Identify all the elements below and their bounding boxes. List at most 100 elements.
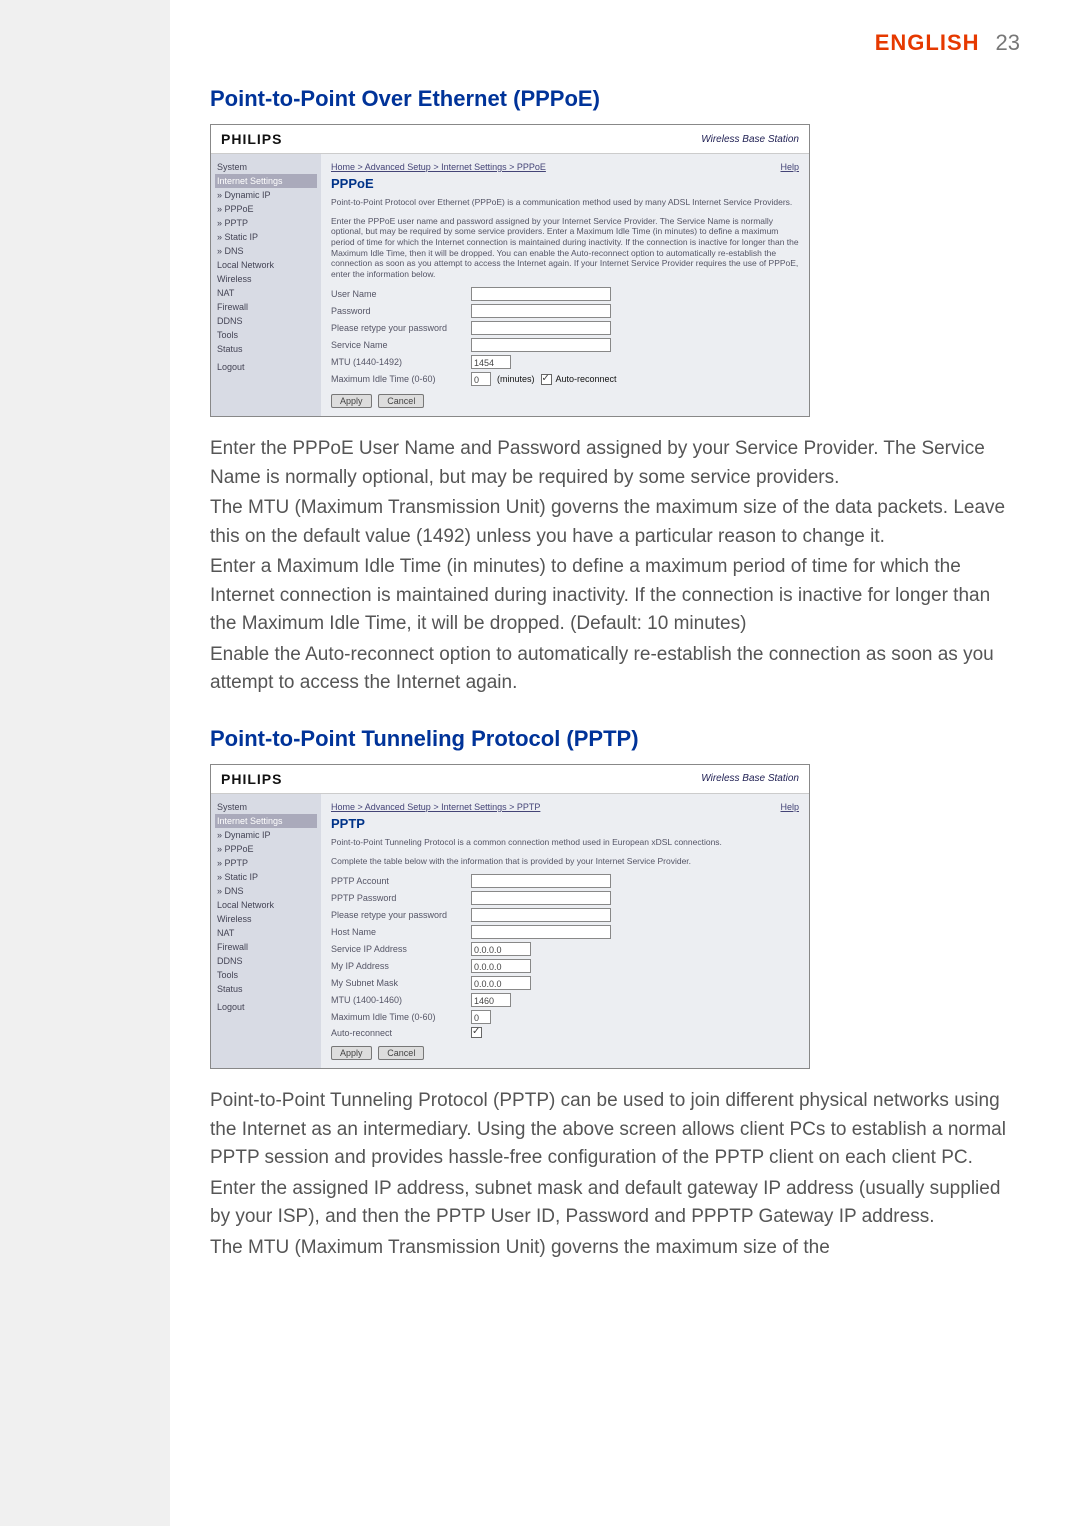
- input-retype[interactable]: [471, 321, 611, 335]
- nav-item[interactable]: Firewall: [215, 300, 317, 314]
- brand-logo: PHILIPS: [221, 131, 282, 147]
- input-password[interactable]: [471, 891, 611, 905]
- label-service: Service Name: [331, 340, 471, 350]
- label-autoreconnect: Auto-reconnect: [556, 374, 617, 384]
- body-text-pppoe: Enter the PPPoE User Name and Password a…: [210, 435, 1020, 698]
- paragraph: Enter a Maximum Idle Time (in minutes) t…: [210, 553, 1020, 639]
- cancel-button[interactable]: Cancel: [378, 394, 424, 408]
- checkbox-autoreconnect[interactable]: [471, 1027, 482, 1038]
- label-username: User Name: [331, 289, 471, 299]
- checkbox-autoreconnect[interactable]: [541, 374, 552, 385]
- input-subnet[interactable]: 0.0.0.0: [471, 976, 531, 990]
- nav-item[interactable]: » PPPoE: [215, 842, 317, 856]
- label-hostname: Host Name: [331, 927, 471, 937]
- nav-item[interactable]: » Static IP: [215, 870, 317, 884]
- page-number: 23: [996, 30, 1020, 56]
- breadcrumb[interactable]: Home > Advanced Setup > Internet Setting…: [331, 162, 546, 172]
- content-column: ENGLISH 23 Point-to-Point Over Ethernet …: [170, 0, 1080, 1526]
- brand-logo: PHILIPS: [221, 771, 282, 787]
- input-idle[interactable]: 0: [471, 1010, 491, 1024]
- input-serviceip[interactable]: 0.0.0.0: [471, 942, 531, 956]
- help-link[interactable]: Help: [780, 162, 799, 172]
- nav-item[interactable]: » Dynamic IP: [215, 828, 317, 842]
- section-title-pppoe: Point-to-Point Over Ethernet (PPPoE): [210, 86, 1020, 112]
- input-hostname[interactable]: [471, 925, 611, 939]
- language-label: ENGLISH: [875, 30, 980, 56]
- nav-item[interactable]: Tools: [215, 328, 317, 342]
- label-retype: Please retype your password: [331, 323, 471, 333]
- panel-desc-a: Point-to-Point Protocol over Ethernet (P…: [331, 197, 799, 208]
- label-retype: Please retype your password: [331, 910, 471, 920]
- router-screenshot-pptp: PHILIPS Wireless Base Station System Int…: [210, 764, 810, 1069]
- apply-button[interactable]: Apply: [331, 394, 372, 408]
- label-serviceip: Service IP Address: [331, 944, 471, 954]
- nav-item[interactable]: » PPTP: [215, 856, 317, 870]
- nav-item[interactable]: » Dynamic IP: [215, 188, 317, 202]
- label-idle: Maximum Idle Time (0-60): [331, 1012, 471, 1022]
- label-myip: My IP Address: [331, 961, 471, 971]
- body-text-pptp: Point-to-Point Tunneling Protocol (PPTP)…: [210, 1087, 1020, 1262]
- nav-item[interactable]: » Static IP: [215, 230, 317, 244]
- nav-item[interactable]: Status: [215, 342, 317, 356]
- nav-item[interactable]: » PPTP: [215, 216, 317, 230]
- apply-button[interactable]: Apply: [331, 1046, 372, 1060]
- page-header: ENGLISH 23: [210, 30, 1020, 56]
- panel-title: PPTP: [331, 816, 799, 831]
- router-nav: System Internet Settings » Dynamic IP » …: [211, 794, 321, 1068]
- left-margin: [0, 0, 170, 1526]
- nav-item[interactable]: Internet Settings: [215, 814, 317, 828]
- router-nav: System Internet Settings » Dynamic IP » …: [211, 154, 321, 416]
- nav-item[interactable]: » PPPoE: [215, 202, 317, 216]
- cancel-button[interactable]: Cancel: [378, 1046, 424, 1060]
- nav-item[interactable]: Internet Settings: [215, 174, 317, 188]
- nav-item[interactable]: Logout: [215, 1000, 317, 1014]
- nav-item[interactable]: » DNS: [215, 244, 317, 258]
- paragraph: Enable the Auto-reconnect option to auto…: [210, 641, 1020, 698]
- nav-item[interactable]: Tools: [215, 968, 317, 982]
- input-idle[interactable]: 0: [471, 372, 491, 386]
- input-myip[interactable]: 0.0.0.0: [471, 959, 531, 973]
- nav-item[interactable]: DDNS: [215, 314, 317, 328]
- nav-item[interactable]: Status: [215, 982, 317, 996]
- input-service[interactable]: [471, 338, 611, 352]
- nav-item[interactable]: System: [215, 800, 317, 814]
- help-link[interactable]: Help: [780, 802, 799, 812]
- input-mtu[interactable]: 1460: [471, 993, 511, 1007]
- label-account: PPTP Account: [331, 876, 471, 886]
- breadcrumb[interactable]: Home > Advanced Setup > Internet Setting…: [331, 802, 540, 812]
- input-account[interactable]: [471, 874, 611, 888]
- label-mtu: MTU (1440-1492): [331, 357, 471, 367]
- nav-item[interactable]: Firewall: [215, 940, 317, 954]
- nav-item[interactable]: DDNS: [215, 954, 317, 968]
- panel-desc-b: Complete the table below with the inform…: [331, 856, 799, 867]
- nav-item[interactable]: Wireless: [215, 272, 317, 286]
- idle-suffix: (minutes): [497, 374, 535, 384]
- station-label: Wireless Base Station: [701, 134, 799, 145]
- label-subnet: My Subnet Mask: [331, 978, 471, 988]
- nav-item[interactable]: » DNS: [215, 884, 317, 898]
- input-retype[interactable]: [471, 908, 611, 922]
- router-screenshot-pppoe: PHILIPS Wireless Base Station System Int…: [210, 124, 810, 417]
- paragraph: Enter the PPPoE User Name and Password a…: [210, 435, 1020, 492]
- input-username[interactable]: [471, 287, 611, 301]
- paragraph: Enter the assigned IP address, subnet ma…: [210, 1175, 1020, 1232]
- input-mtu[interactable]: 1454: [471, 355, 511, 369]
- panel-title: PPPoE: [331, 176, 799, 191]
- panel-desc-b: Enter the PPPoE user name and password a…: [331, 216, 799, 280]
- paragraph: Point-to-Point Tunneling Protocol (PPTP)…: [210, 1087, 1020, 1173]
- nav-item[interactable]: System: [215, 160, 317, 174]
- paragraph: The MTU (Maximum Transmission Unit) gove…: [210, 494, 1020, 551]
- station-label: Wireless Base Station: [701, 773, 799, 784]
- input-password[interactable]: [471, 304, 611, 318]
- label-auto: Auto-reconnect: [331, 1028, 471, 1038]
- nav-item[interactable]: Logout: [215, 360, 317, 374]
- label-idle: Maximum Idle Time (0-60): [331, 374, 471, 384]
- nav-item[interactable]: Local Network: [215, 898, 317, 912]
- paragraph: The MTU (Maximum Transmission Unit) gove…: [210, 1234, 1020, 1263]
- nav-item[interactable]: NAT: [215, 286, 317, 300]
- nav-item[interactable]: NAT: [215, 926, 317, 940]
- label-mtu: MTU (1400-1460): [331, 995, 471, 1005]
- nav-item[interactable]: Local Network: [215, 258, 317, 272]
- section-title-pptp: Point-to-Point Tunneling Protocol (PPTP): [210, 726, 1020, 752]
- nav-item[interactable]: Wireless: [215, 912, 317, 926]
